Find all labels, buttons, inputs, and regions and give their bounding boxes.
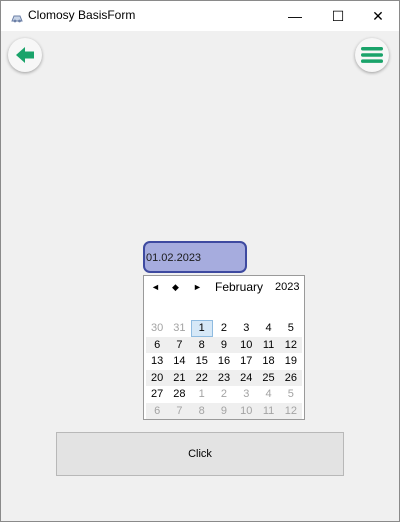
menu-button[interactable] [355, 38, 389, 72]
calendar-day[interactable]: 22 [191, 370, 213, 387]
calendar-day[interactable]: 26 [280, 370, 302, 387]
calendar-day[interactable]: 28 [168, 386, 190, 403]
calendar-day[interactable]: 27 [146, 386, 168, 403]
close-icon: ✕ [372, 7, 384, 24]
calendar-day[interactable]: 2 [213, 320, 235, 337]
calendar-day[interactable]: 9 [213, 403, 235, 420]
title-bar[interactable]: Clomosy BasisForm — ☐ ✕ [1, 1, 399, 31]
calendar-day[interactable]: 4 [257, 320, 279, 337]
hamburger-menu-icon [361, 47, 383, 63]
date-input[interactable]: 01.02.2023 [143, 241, 247, 273]
calendar-day[interactable]: 15 [191, 353, 213, 370]
click-button-label: Click [188, 448, 212, 460]
calendar-week-row: 27 28 1 2 3 4 5 [146, 386, 302, 403]
calendar-day[interactable]: 24 [235, 370, 257, 387]
calendar-day[interactable]: 25 [257, 370, 279, 387]
today-button[interactable]: ◆ [172, 282, 179, 293]
calendar-day[interactable]: 14 [168, 353, 190, 370]
minimize-icon: — [288, 8, 302, 24]
calendar-day[interactable]: 6 [146, 337, 168, 354]
minimize-button[interactable]: — [273, 1, 317, 31]
app-window: Clomosy BasisForm — ☐ ✕ 01.02.2023 ◄ ◆ ►… [0, 0, 400, 522]
calendar-day-selected[interactable]: 1 [190, 320, 213, 337]
calendar-week-row: 6 7 8 9 10 11 12 [146, 402, 302, 420]
calendar-day[interactable]: 7 [168, 337, 190, 354]
calendar-day[interactable]: 16 [213, 353, 235, 370]
calendar-day[interactable]: 11 [257, 403, 279, 420]
calendar-day[interactable]: 5 [280, 386, 302, 403]
calendar-day[interactable]: 4 [257, 386, 279, 403]
calendar-day[interactable]: 19 [280, 353, 302, 370]
calendar-day[interactable]: 12 [280, 403, 302, 420]
calendar-day[interactable]: 9 [213, 337, 235, 354]
window-title: Clomosy BasisForm [28, 8, 136, 22]
calendar-day[interactable]: 31 [168, 320, 190, 337]
calendar-day[interactable]: 17 [235, 353, 257, 370]
calendar-day[interactable]: 7 [168, 403, 190, 420]
calendar-day[interactable]: 12 [280, 337, 302, 354]
calendar-day[interactable]: 20 [146, 370, 168, 387]
calendar-day[interactable]: 11 [257, 337, 279, 354]
calendar-week-row: 20 21 22 23 24 25 26 [146, 369, 302, 387]
calendar-day[interactable]: 10 [235, 337, 257, 354]
calendar-day[interactable]: 8 [191, 403, 213, 420]
calendar-day[interactable]: 6 [146, 403, 168, 420]
previous-month-button[interactable]: ◄ [151, 282, 160, 292]
calendar-week-row: 13 14 15 16 17 18 19 [146, 353, 302, 370]
app-icon [11, 10, 23, 23]
calendar-year[interactable]: 2023 [275, 281, 299, 293]
calendar-day[interactable]: 23 [213, 370, 235, 387]
calendar-day[interactable]: 10 [235, 403, 257, 420]
maximize-icon: ☐ [331, 7, 345, 24]
calendar-day[interactable]: 30 [146, 320, 168, 337]
calendar-day[interactable]: 13 [146, 353, 168, 370]
date-picker-calendar: ◄ ◆ ► February 2023 30 31 1 2 3 4 5 6 7 8 9 10 11 12 1… [143, 275, 305, 420]
calendar-day[interactable]: 18 [257, 353, 279, 370]
next-month-button[interactable]: ► [193, 282, 202, 292]
close-button[interactable]: ✕ [356, 1, 400, 31]
calendar-week-row: 30 31 1 2 3 4 5 [146, 320, 302, 337]
calendar-day[interactable]: 3 [235, 386, 257, 403]
calendar-week-row: 6 7 8 9 10 11 12 [146, 336, 302, 354]
arrow-left-icon [16, 47, 34, 63]
calendar-month[interactable]: February [215, 280, 263, 294]
maximize-button[interactable]: ☐ [316, 1, 360, 31]
calendar-day[interactable]: 8 [191, 337, 213, 354]
calendar-day[interactable]: 1 [191, 386, 213, 403]
click-button[interactable]: Click [56, 432, 344, 476]
calendar-day[interactable]: 5 [280, 320, 302, 337]
calendar-day[interactable]: 3 [235, 320, 257, 337]
calendar-day-grid: 30 31 1 2 3 4 5 6 7 8 9 10 11 12 13 14 15 16 17 18 19 20 21 22 2… [146, 320, 302, 419]
calendar-day[interactable]: 2 [213, 386, 235, 403]
calendar-day[interactable]: 21 [168, 370, 190, 387]
back-button[interactable] [8, 38, 42, 72]
